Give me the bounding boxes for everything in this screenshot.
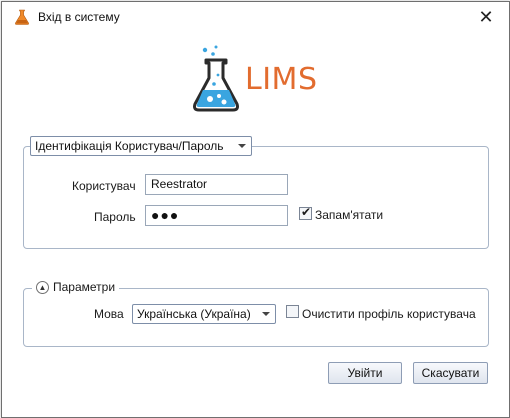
user-label: Користувач	[72, 179, 136, 193]
lab-flask-icon	[193, 45, 239, 112]
remember-checkbox[interactable]: ✔	[299, 205, 312, 220]
password-label: Пароль	[94, 210, 136, 224]
close-icon: ✕	[478, 6, 494, 27]
auth-mode-value: Ідентифікація Користувач/Пароль	[35, 139, 224, 153]
title-bar: Вхід в систему ✕	[2, 2, 509, 32]
checkmark-icon: ✔	[301, 205, 312, 219]
login-button[interactable]: Увійти	[328, 362, 402, 384]
chevron-down-icon	[262, 312, 270, 316]
lims-logo: LIMS	[193, 44, 333, 114]
close-button[interactable]: ✕	[463, 2, 509, 32]
password-field[interactable]: ●●●	[145, 205, 288, 226]
login-dialog: Вхід в систему ✕ LIMS Ідентифікація Кори…	[1, 1, 510, 418]
username-field[interactable]: Reestrator	[145, 174, 288, 195]
cancel-button[interactable]: Скасувати	[413, 362, 488, 384]
params-legend: ▲ Параметри	[32, 279, 120, 295]
chevron-down-icon	[238, 144, 246, 148]
username-value: Reestrator	[151, 177, 208, 191]
language-label: Мова	[94, 307, 124, 321]
chevron-up-icon: ▲	[38, 282, 47, 292]
params-legend-label: Параметри	[53, 280, 116, 294]
clear-profile-label: Очистити профіль користувача	[302, 307, 476, 321]
language-value: Українська (Україна)	[137, 307, 251, 321]
window-title: Вхід в систему	[38, 10, 120, 24]
clear-profile-checkbox[interactable]	[286, 305, 299, 318]
auth-mode-select[interactable]: Ідентифікація Користувач/Пароль	[30, 136, 252, 156]
logo-text: LIMS	[245, 62, 318, 97]
app-flask-icon	[14, 9, 30, 25]
remember-label: Запам'ятати	[315, 208, 384, 222]
language-select[interactable]: Українська (Україна)	[132, 304, 276, 324]
auth-group	[23, 146, 489, 249]
collapse-toggle[interactable]: ▲	[36, 280, 49, 294]
password-mask: ●●●	[151, 207, 180, 223]
